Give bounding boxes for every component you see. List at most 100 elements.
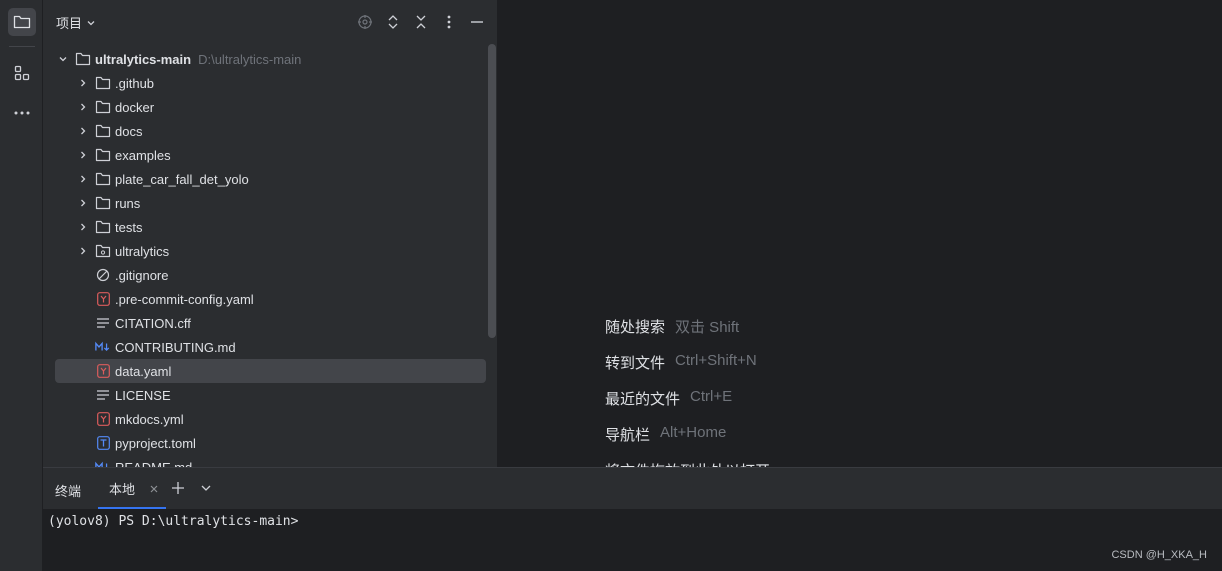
terminal-options-dropdown[interactable] — [197, 479, 215, 497]
chevron-down-icon — [87, 20, 95, 25]
tree-root-item[interactable]: ultralytics-main D:\ultralytics-main — [43, 47, 497, 71]
hide-panel-button[interactable] — [468, 12, 486, 32]
tree-item-label: docker — [115, 99, 155, 115]
terminal-prompt[interactable]: (yolov8) PS D:\ultralytics-main> — [48, 514, 298, 529]
crosshair-icon — [358, 15, 372, 29]
tree-item[interactable]: runs — [43, 191, 497, 215]
tree-item[interactable]: CITATION.cff — [43, 311, 497, 335]
tip-action: 将文件拖放到此处以打开 — [605, 460, 770, 467]
tip-shortcut: Ctrl+E — [690, 388, 733, 405]
tree-item-label: README.md — [115, 459, 193, 468]
folder-icon — [95, 123, 111, 139]
watermark: CSDN @H_XKA_H — [1111, 549, 1207, 561]
expand-all-button[interactable] — [384, 12, 402, 32]
tree-item[interactable]: mkdocs.yml — [43, 407, 497, 431]
yaml-file-icon — [95, 411, 111, 427]
tree-item-label: CITATION.cff — [115, 315, 191, 331]
tree-item-label: examples — [115, 147, 171, 163]
new-terminal-button[interactable] — [169, 479, 187, 497]
markdown-file-icon — [95, 339, 111, 355]
chevron-right-icon[interactable] — [76, 196, 90, 210]
tree-item-label: pyproject.toml — [115, 435, 196, 451]
tool-window-stripe — [0, 0, 43, 571]
chevron-right-icon[interactable] — [76, 124, 90, 138]
chevron-right-icon[interactable] — [76, 244, 90, 258]
editor-area: 随处搜索 双击 Shift 转到文件 Ctrl+Shift+N 最近的文件 Ctrl+E 导… — [499, 0, 1222, 467]
tree-item-label: CONTRIBUTING.md — [115, 339, 236, 355]
locate-file-button[interactable] — [356, 12, 374, 32]
folder-icon — [95, 171, 111, 187]
tip-shortcut: 双击 Shift — [675, 319, 740, 336]
editor-tip: 随处搜索 双击 Shift — [605, 316, 770, 352]
chevron-right-icon[interactable] — [76, 76, 90, 90]
editor-tip: 导航栏 Alt+Home — [605, 424, 770, 460]
terminal-panel: 终端 本地 (yolov8) PS D:\ultralytics-main> C… — [43, 467, 1222, 571]
chevron-right-icon[interactable] — [76, 172, 90, 186]
tree-item[interactable]: data.yaml — [55, 359, 486, 383]
options-menu-button[interactable] — [440, 12, 458, 32]
tree-item[interactable]: CONTRIBUTING.md — [43, 335, 497, 359]
structure-icon — [14, 65, 30, 81]
tree-item-label: plate_car_fall_det_yolo — [115, 171, 249, 187]
gitignore-icon — [95, 267, 111, 283]
tip-action: 导航栏 — [605, 427, 651, 444]
project-tree-scrollbar[interactable] — [488, 44, 496, 338]
terminal-tab-local[interactable]: 本地 — [98, 468, 166, 509]
tree-item[interactable]: pyproject.toml — [43, 431, 497, 455]
tip-shortcut: Ctrl+Shift+N — [675, 352, 757, 369]
tree-item[interactable]: ultralytics — [43, 239, 497, 263]
folder-icon — [95, 147, 111, 163]
tree-item[interactable]: .github — [43, 71, 497, 95]
chevron-right-icon[interactable] — [76, 220, 90, 234]
tree-item-path: D:\ultralytics-main — [198, 51, 302, 67]
more-tools-button[interactable] — [8, 99, 36, 127]
tree-item-label: mkdocs.yml — [115, 411, 184, 427]
editor-tip: 转到文件 Ctrl+Shift+N — [605, 352, 770, 388]
folder-icon — [75, 51, 91, 67]
tree-item-label: docs — [115, 123, 143, 139]
tree-item[interactable]: LICENSE — [43, 383, 497, 407]
tree-item-label: .pre-commit-config.yaml — [115, 291, 254, 307]
folder-icon — [95, 219, 111, 235]
tree-item[interactable]: .gitignore — [43, 263, 497, 287]
folder-icon — [95, 195, 111, 211]
structure-tool-button[interactable] — [8, 59, 36, 87]
tip-shortcut: Alt+Home — [660, 424, 727, 441]
chevron-down-icon — [201, 485, 211, 491]
chevron-right-icon[interactable] — [76, 100, 90, 114]
tree-item[interactable]: examples — [43, 143, 497, 167]
tree-item-label: ultralytics-main — [95, 51, 192, 67]
tree-item-label: runs — [115, 195, 141, 211]
project-tree: ultralytics-main D:\ultralytics-main .gith… — [43, 47, 497, 468]
editor-tip: 将文件拖放到此处以打开 — [605, 460, 770, 467]
project-view-selector[interactable]: 项目 — [56, 13, 96, 32]
tree-item-label: data.yaml — [115, 363, 172, 379]
tree-item[interactable]: docs — [43, 119, 497, 143]
tree-item[interactable]: .pre-commit-config.yaml — [43, 287, 497, 311]
chevron-down-icon[interactable] — [56, 52, 70, 66]
tip-action: 随处搜索 — [605, 319, 666, 336]
tree-item[interactable]: tests — [43, 215, 497, 239]
yaml-file-icon — [95, 291, 111, 307]
expand-all-icon — [388, 15, 398, 29]
tree-item[interactable]: docker — [43, 95, 497, 119]
tree-item[interactable]: plate_car_fall_det_yolo — [43, 167, 497, 191]
folder-icon — [13, 15, 31, 29]
text-file-icon — [95, 315, 111, 331]
chevron-right-icon[interactable] — [76, 148, 90, 162]
tip-action: 最近的文件 — [605, 391, 681, 408]
tree-item-label: ultralytics — [115, 243, 170, 259]
tree-item-label: .gitignore — [115, 267, 169, 283]
tree-item[interactable]: README.md — [43, 455, 497, 468]
more-vertical-icon — [447, 15, 451, 29]
collapse-all-button[interactable] — [412, 12, 430, 32]
project-tool-button[interactable] — [8, 8, 36, 36]
markdown-file-icon — [95, 459, 111, 467]
close-icon[interactable] — [149, 484, 159, 494]
